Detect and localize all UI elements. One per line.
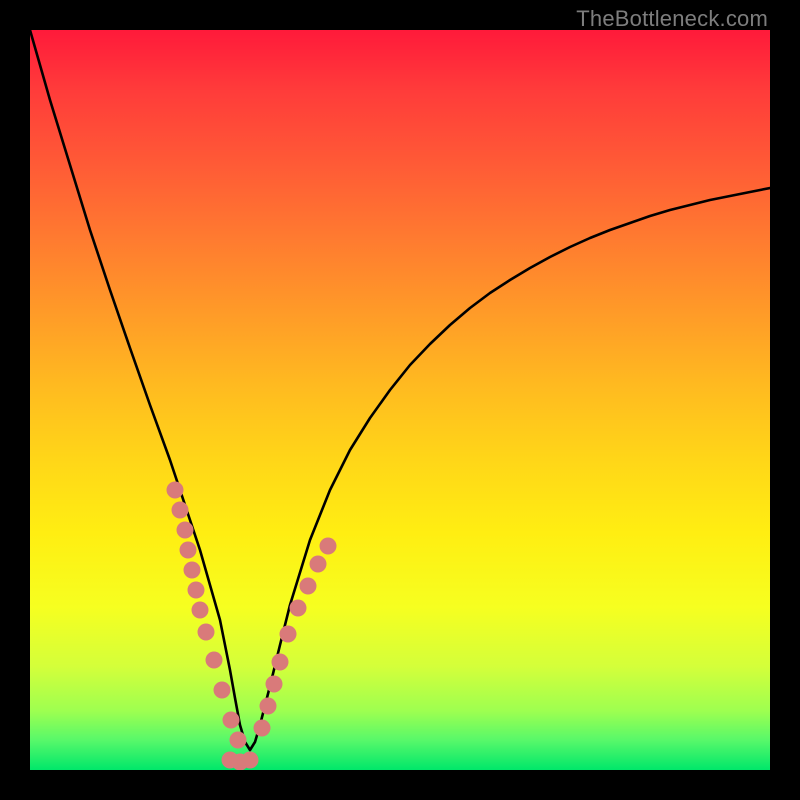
dot	[260, 698, 277, 715]
dot	[290, 600, 307, 617]
dot	[300, 578, 317, 595]
dot	[272, 654, 289, 671]
dot	[214, 682, 231, 699]
dot	[188, 582, 205, 599]
dot	[206, 652, 223, 669]
chart-svg	[30, 30, 770, 770]
dot	[230, 732, 247, 749]
dot	[310, 556, 327, 573]
dot	[198, 624, 215, 641]
dot	[184, 562, 201, 579]
dots-right	[254, 538, 337, 737]
dots-left	[167, 482, 247, 749]
dot	[180, 542, 197, 559]
dot	[266, 676, 283, 693]
dot	[254, 720, 271, 737]
bottleneck-curve	[30, 30, 770, 750]
chart-frame: TheBottleneck.com	[0, 0, 800, 800]
dot	[167, 482, 184, 499]
dot	[177, 522, 194, 539]
dot	[223, 712, 240, 729]
dot	[320, 538, 337, 555]
dot	[192, 602, 209, 619]
watermark-text: TheBottleneck.com	[576, 6, 768, 32]
dot	[280, 626, 297, 643]
plot-area	[30, 30, 770, 770]
dots-bottom	[222, 752, 259, 771]
dot	[242, 752, 259, 769]
dot	[172, 502, 189, 519]
